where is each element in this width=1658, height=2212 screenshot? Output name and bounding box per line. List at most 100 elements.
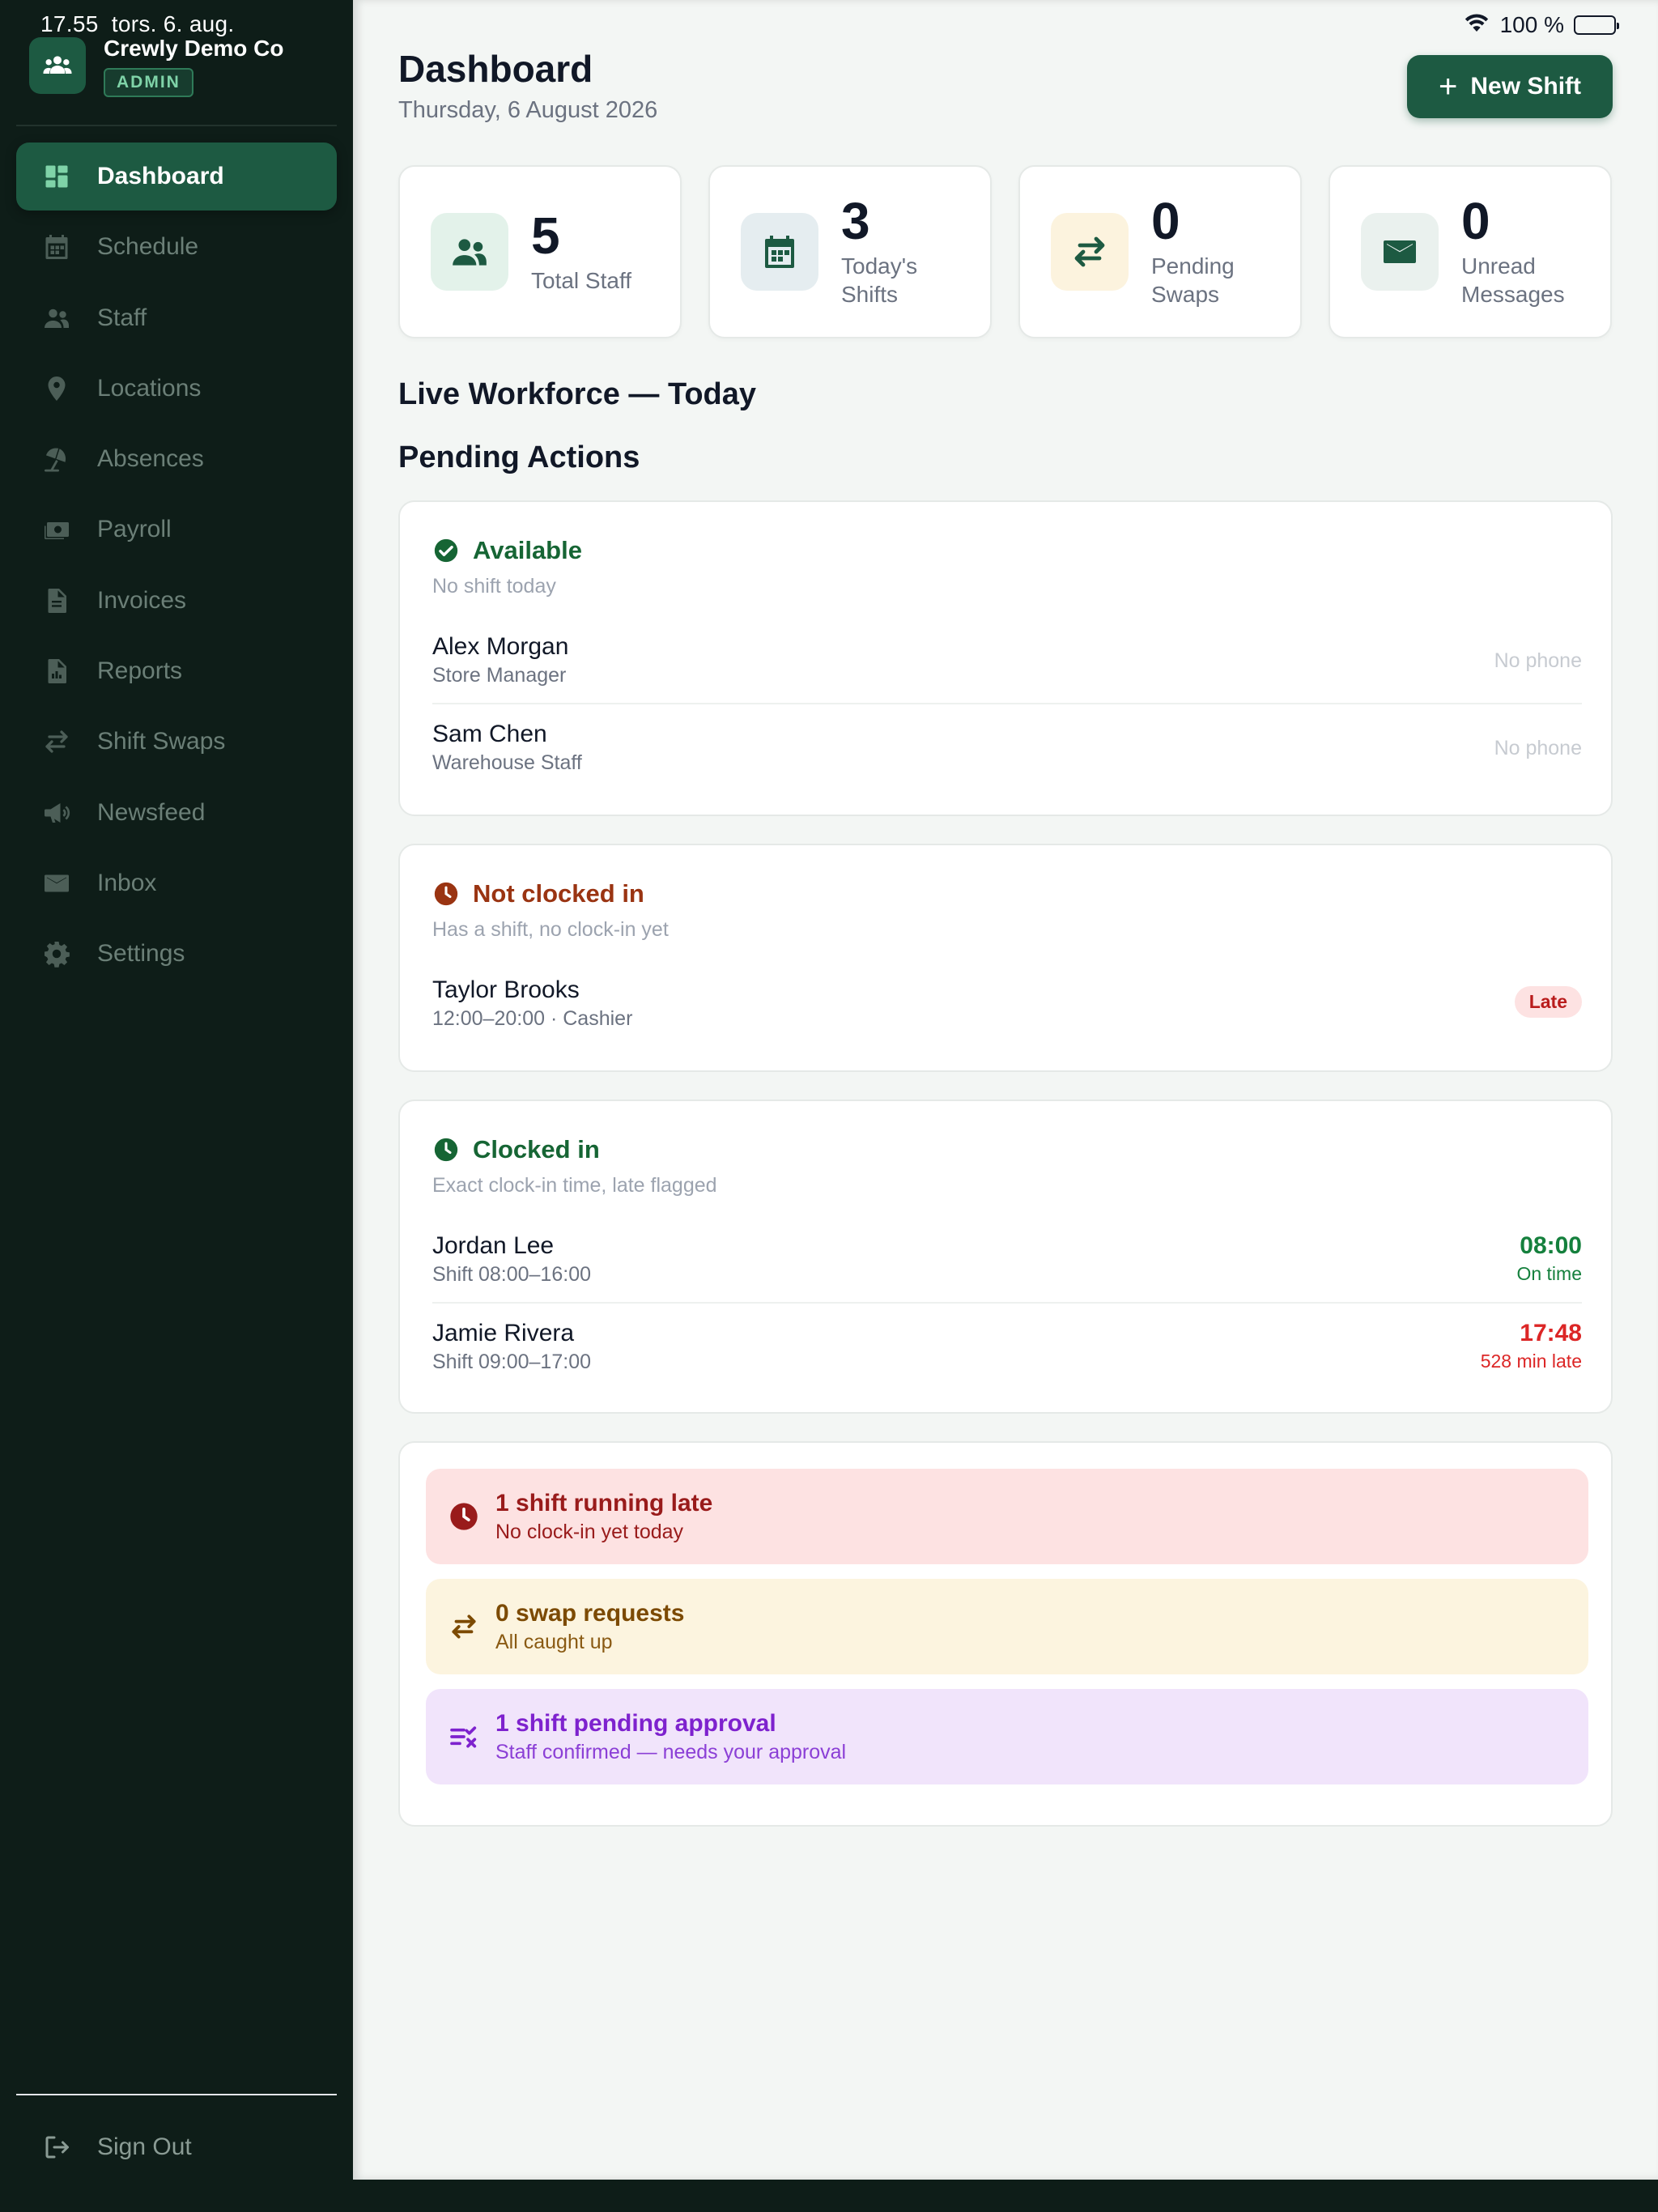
staff-name: Jamie Rivera bbox=[432, 1320, 575, 1346]
clock-in-time: 17:48 bbox=[1520, 1320, 1582, 1346]
report-icon bbox=[40, 655, 73, 687]
stats-row: 5 Total Staff 3 Today's Shifts 0 Pending… bbox=[398, 165, 1613, 338]
stat-card-total-staff[interactable]: 5 Total Staff bbox=[398, 165, 682, 338]
calendar-icon bbox=[741, 213, 818, 291]
list-item[interactable]: Jamie Rivera Shift 09:00–17:00 17:48 528… bbox=[432, 1320, 1582, 1374]
sidebar-item-label: Payroll bbox=[97, 516, 172, 543]
sidebar-footer-divider bbox=[16, 2094, 337, 2095]
not-clocked-in-title: Not clocked in bbox=[473, 879, 644, 908]
sidebar-item-label: Staff bbox=[97, 304, 147, 331]
sidebar-item-shift-swaps[interactable]: Shift Swaps bbox=[16, 708, 337, 776]
sidebar-item-dashboard[interactable]: Dashboard bbox=[16, 143, 337, 211]
sidebar-item-staff[interactable]: Staff bbox=[16, 284, 337, 352]
clock-icon bbox=[447, 1499, 481, 1534]
sidebar-item-invoices[interactable]: Invoices bbox=[16, 567, 337, 635]
list-item[interactable]: Taylor Brooks 12:00–20:00 · Cashier Late bbox=[432, 976, 1582, 1031]
not-clocked-in-card: Not clocked in Has a shift, no clock-in … bbox=[398, 844, 1613, 1072]
sidebar-item-payroll[interactable]: Payroll bbox=[16, 496, 337, 564]
stat-card-todays-shifts[interactable]: 3 Today's Shifts bbox=[708, 165, 992, 338]
sidebar-item-locations[interactable]: Locations bbox=[16, 355, 337, 423]
row-divider bbox=[432, 1302, 1582, 1304]
sidebar-item-label: Absences bbox=[97, 445, 204, 473]
main-content: Dashboard Thursday, 6 August 2026 + New … bbox=[353, 0, 1658, 2180]
stat-card-pending-swaps[interactable]: 0 Pending Swaps bbox=[1018, 165, 1302, 338]
stat-card-unread-messages[interactable]: 0 Unread Messages bbox=[1329, 165, 1612, 338]
alert-title: 1 shift running late bbox=[495, 1489, 713, 1516]
sidebar-item-newsfeed[interactable]: Newsfeed bbox=[16, 779, 337, 847]
alert-subtitle: Staff confirmed — needs your approval bbox=[495, 1740, 847, 1763]
stat-value: 3 bbox=[841, 192, 870, 250]
card-subtitle: Has a shift, no clock-in yet bbox=[432, 918, 669, 941]
card-subtitle: No shift today bbox=[432, 575, 556, 598]
sign-out-button[interactable]: Sign Out bbox=[16, 2113, 337, 2181]
people-icon bbox=[40, 302, 73, 334]
clock-in-status: On time bbox=[1516, 1263, 1582, 1284]
card-title: Available bbox=[432, 536, 582, 565]
sidebar-item-settings[interactable]: Settings bbox=[16, 920, 337, 988]
stat-label: Today's Shifts bbox=[841, 253, 918, 307]
clocked-in-title: Clocked in bbox=[473, 1135, 600, 1163]
sidebar-item-label: Settings bbox=[97, 940, 185, 968]
available-card: Available No shift today Alex Morgan Sto… bbox=[398, 500, 1613, 816]
clock-in-status: 528 min late bbox=[1480, 1351, 1582, 1372]
stat-value: 5 bbox=[531, 206, 560, 265]
sidebar-item-label: Inbox bbox=[97, 869, 157, 896]
sidebar-item-label: Invoices bbox=[97, 586, 187, 614]
staff-name: Taylor Brooks bbox=[432, 976, 580, 1003]
staff-name: Sam Chen bbox=[432, 721, 547, 747]
sidebar-item-label: Newsfeed bbox=[97, 798, 206, 826]
card-subtitle: Exact clock-in time, late flagged bbox=[432, 1174, 717, 1197]
alert-subtitle: No clock-in yet today bbox=[495, 1520, 684, 1543]
check-circle-icon bbox=[432, 537, 460, 564]
sidebar-divider bbox=[16, 125, 337, 126]
phone-value: No phone bbox=[1494, 737, 1582, 759]
alert-late-shifts[interactable]: 1 shift running late No clock-in yet tod… bbox=[426, 1469, 1588, 1564]
location-pin-icon bbox=[40, 372, 73, 405]
sidebar-item-schedule[interactable]: Schedule bbox=[16, 213, 337, 281]
list-item[interactable]: Sam Chen Warehouse Staff No phone bbox=[432, 721, 1582, 775]
alert-subtitle: All caught up bbox=[495, 1630, 613, 1653]
stat-value: 0 bbox=[1461, 192, 1490, 250]
alert-pending-approval[interactable]: 1 shift pending approval Staff confirmed… bbox=[426, 1689, 1588, 1784]
stat-label: Pending Swaps bbox=[1151, 253, 1235, 307]
clocked-in-card: Clocked in Exact clock-in time, late fla… bbox=[398, 1100, 1613, 1414]
alert-swap-requests[interactable]: 0 swap requests All caught up bbox=[426, 1579, 1588, 1674]
company-name: Crewly Demo Co bbox=[104, 36, 284, 61]
checklist-icon bbox=[447, 1720, 481, 1754]
page-title: Dashboard bbox=[398, 48, 593, 90]
sidebar: Crewly Demo Co ADMIN Dashboard Schedule … bbox=[0, 0, 353, 2212]
role-badge: ADMIN bbox=[104, 68, 193, 97]
calendar-icon bbox=[40, 231, 73, 263]
sidebar-item-label: Locations bbox=[97, 374, 202, 402]
sidebar-item-absences[interactable]: Absences bbox=[16, 425, 337, 493]
pending-actions-heading: Pending Actions bbox=[398, 440, 640, 474]
live-workforce-heading: Live Workforce — Today bbox=[398, 377, 757, 411]
mail-icon bbox=[40, 867, 73, 900]
plus-icon: + bbox=[1438, 69, 1458, 104]
sidebar-item-reports[interactable]: Reports bbox=[16, 637, 337, 705]
staff-name: Jordan Lee bbox=[432, 1232, 555, 1259]
clock-icon bbox=[432, 880, 460, 908]
sidebar-nav: Dashboard Schedule Staff Locations Absen… bbox=[16, 143, 337, 991]
list-item[interactable]: Alex Morgan Store Manager No phone bbox=[432, 633, 1582, 687]
clock-in-time: 08:00 bbox=[1520, 1232, 1582, 1259]
sidebar-item-inbox[interactable]: Inbox bbox=[16, 849, 337, 917]
sign-out-label: Sign Out bbox=[97, 2133, 192, 2160]
beach-umbrella-icon bbox=[40, 443, 73, 475]
bottom-bezel bbox=[353, 2180, 1658, 2212]
team-icon bbox=[29, 37, 86, 94]
card-title: Clocked in bbox=[432, 1135, 600, 1164]
phone-value: No phone bbox=[1494, 649, 1582, 672]
available-title: Available bbox=[473, 536, 582, 564]
page-date: Thursday, 6 August 2026 bbox=[398, 97, 658, 123]
new-shift-button[interactable]: + New Shift bbox=[1407, 55, 1613, 118]
list-item[interactable]: Jordan Lee Shift 08:00–16:00 08:00 On ti… bbox=[432, 1232, 1582, 1287]
gear-icon bbox=[40, 938, 73, 970]
alert-title: 0 swap requests bbox=[495, 1599, 685, 1627]
sidebar-item-label: Reports bbox=[97, 657, 183, 685]
new-shift-label: New Shift bbox=[1470, 73, 1582, 100]
sidebar-item-label: Dashboard bbox=[97, 163, 224, 189]
stat-label: Unread Messages bbox=[1461, 253, 1565, 307]
clock-icon bbox=[432, 1136, 460, 1163]
shift-meta: 12:00–20:00 · Cashier bbox=[432, 1007, 633, 1030]
